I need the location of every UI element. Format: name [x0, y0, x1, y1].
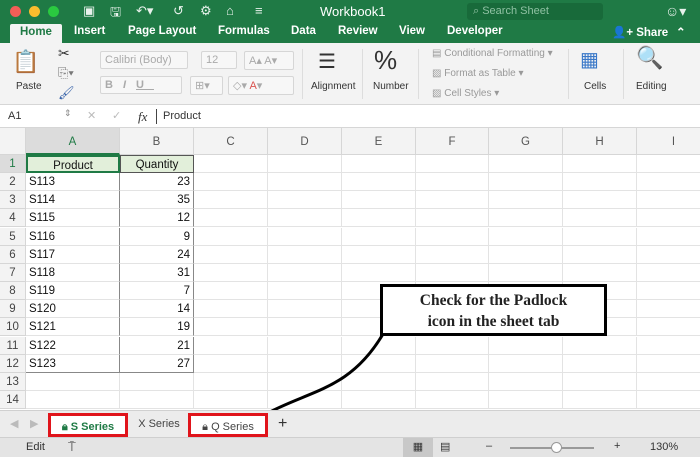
accessibility-icon[interactable]: ⍑ — [68, 439, 76, 455]
annotation-callout: Check for the Padlock icon in the sheet … — [380, 284, 607, 336]
zoom-level: 130% — [650, 441, 679, 453]
add-sheet-button[interactable]: + — [278, 415, 287, 433]
normal-view-icon[interactable]: ▦ — [403, 438, 433, 457]
callout-connector — [265, 333, 385, 416]
padlock-icon: 🔒︎ — [202, 421, 208, 433]
callout-line-1: Check for the Padlock — [419, 292, 568, 309]
status-bar: Edit ⍑ ▦ ▤ – + 130% — [0, 437, 700, 457]
prev-sheet-arrow-icon[interactable]: ◀ — [10, 417, 18, 430]
zoom-slider[interactable] — [510, 442, 594, 453]
zoom-out-button[interactable]: – — [486, 440, 492, 452]
zoom-in-button[interactable]: + — [614, 440, 620, 452]
sheet-tab-x-series[interactable]: X Series — [130, 413, 188, 437]
page-layout-view-icon[interactable]: ▤ — [440, 440, 450, 453]
sheet-tab-q-series[interactable]: 🔒︎ Q Series — [188, 413, 268, 437]
next-sheet-arrow-icon[interactable]: ▶ — [30, 417, 38, 430]
sheet-tab-s-series[interactable]: 🔒︎ S Series — [48, 413, 128, 437]
zoom-slider-knob[interactable] — [551, 442, 563, 453]
sheet-tab-bar: ◀ ▶ 🔒︎ S Series X Series 🔒︎ Q Series + — [0, 410, 700, 437]
padlock-icon: 🔒︎ — [61, 421, 68, 433]
callout-line-2: icon in the sheet tab — [427, 313, 560, 330]
sheet-tab-label: S Series — [70, 421, 115, 433]
sheet-tab-label: X Series — [138, 418, 180, 430]
mode-indicator: Edit — [26, 441, 45, 453]
sheet-tab-label: Q Series — [211, 421, 254, 433]
